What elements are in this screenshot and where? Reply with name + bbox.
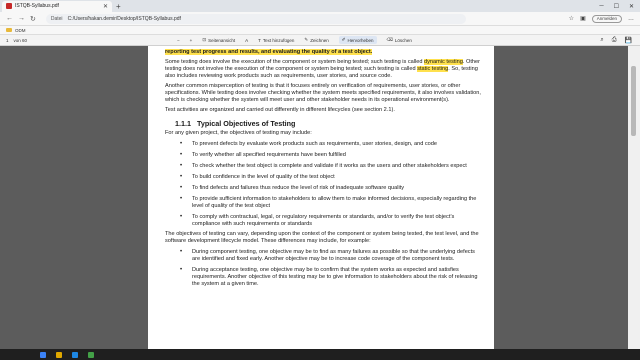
pdf-page: reporting test progress and results, and…	[148, 46, 494, 356]
favorite-star-icon[interactable]: ☆	[569, 15, 574, 22]
list-item: During component testing, one objective …	[180, 249, 484, 263]
back-icon[interactable]: ←	[6, 15, 13, 23]
paragraph-0: reporting test progress and results, and…	[165, 49, 484, 56]
highlighted-text: static testing	[417, 66, 449, 72]
highlighted-text: dynamic testing	[424, 59, 463, 65]
page-number-input[interactable]: 1	[6, 38, 9, 43]
highlighter-icon: ✐	[341, 37, 346, 42]
close-window-icon[interactable]: ✕	[629, 3, 634, 10]
edge-icon[interactable]	[72, 351, 78, 358]
page-total: von 60	[13, 37, 28, 43]
search-icon[interactable]: ⌕	[600, 37, 603, 44]
tab-bar: ISTQB-Syllabus.pdf ✕ + ─ ☐ ✕	[0, 0, 640, 12]
app-icon[interactable]	[88, 351, 94, 358]
list-item: To provide sufficient information to sta…	[180, 196, 484, 210]
zoom-out-icon[interactable]: −	[177, 38, 180, 43]
section-heading: 1.1.1 Typical Objectives of Testing	[175, 119, 296, 128]
browser-actions: ☆ ▣ Anmelden …	[569, 14, 640, 23]
url-text: C:/Users/hakan.demir/Desktop/ISTQB-Sylla…	[67, 15, 181, 22]
zoom-in-icon[interactable]: +	[190, 38, 193, 43]
list-item: To verify whether all specified requirem…	[180, 152, 484, 159]
list-item: To find defects and failures thus reduce…	[180, 185, 484, 192]
list-item: To prevent defects by evaluate work prod…	[180, 141, 484, 148]
highlight-button[interactable]: ✐ Hervorheben	[338, 36, 377, 44]
draw-icon: ✎	[304, 37, 309, 42]
new-tab-icon[interactable]: +	[116, 2, 121, 11]
list-item: To check whether the test object is comp…	[180, 163, 484, 170]
start-icon[interactable]	[40, 351, 46, 358]
vertical-scrollbar[interactable]	[628, 46, 640, 356]
scrollbar-thumb[interactable]	[631, 66, 636, 136]
browser-tab[interactable]: ISTQB-Syllabus.pdf ✕	[2, 0, 112, 12]
minimize-icon[interactable]: ─	[599, 3, 603, 10]
list-item: To comply with contractual, legal, or re…	[180, 214, 484, 228]
url-scheme-label: Datei	[50, 15, 63, 22]
favorite-item[interactable]: ODM	[15, 28, 26, 33]
print-icon[interactable]: ⎙	[612, 37, 617, 44]
erase-button[interactable]: ⌫ Löschen	[387, 37, 412, 43]
collections-icon[interactable]: ▣	[580, 15, 586, 22]
highlighted-text: reporting test progress and results, and…	[165, 49, 373, 55]
add-text-icon: T	[258, 37, 261, 43]
maximize-icon[interactable]: ☐	[614, 3, 619, 10]
explorer-icon[interactable]	[56, 351, 62, 358]
pdf-toolbar: 1 von 60 − + ⊡ Seitenansicht A T Text hinz…	[0, 35, 640, 46]
add-text-button[interactable]: T Text hinzufügen	[258, 38, 294, 43]
list-item: To build confidence in the level of qual…	[180, 174, 484, 181]
favorites-bar: ODM	[0, 26, 640, 35]
read-aloud-button[interactable]: A	[245, 38, 248, 43]
fit-page-icon: ⊡	[202, 37, 207, 42]
forward-icon[interactable]: →	[18, 15, 25, 23]
paragraph-3: Test activities are organized and carrie…	[165, 107, 395, 113]
pdf-file-icon	[6, 3, 12, 9]
eraser-icon: ⌫	[386, 37, 393, 42]
more-menu-icon[interactable]: …	[628, 16, 634, 22]
examples-list: During component testing, one objective …	[180, 249, 484, 288]
signin-button[interactable]: Anmelden	[591, 14, 622, 23]
objectives-list: To prevent defects by evaluate work prod…	[180, 141, 484, 228]
paragraph-1: Some testing does involve the execution …	[165, 59, 480, 79]
refresh-icon[interactable]: ↻	[30, 15, 36, 23]
list-item: During acceptance testing, one objective…	[180, 267, 484, 288]
paragraph-4: For any given project, the objectives of…	[165, 130, 312, 136]
address-field[interactable]: Datei C:/Users/hakan.demir/Desktop/ISTQB…	[45, 13, 466, 24]
nav-buttons: ← → ↻	[0, 15, 42, 23]
draw-button[interactable]: ✎ Zeichnen	[304, 37, 328, 43]
fit-page-button[interactable]: ⊡ Seitenansicht	[202, 37, 235, 43]
read-aloud-icon: A	[245, 37, 249, 43]
paragraph-5: The objectives of testing can vary, depe…	[165, 231, 479, 244]
window-controls: ─ ☐ ✕	[599, 3, 640, 10]
address-bar-row: ← → ↻ Datei C:/Users/hakan.demir/Desktop…	[0, 12, 640, 26]
close-tab-icon[interactable]: ✕	[103, 3, 108, 10]
taskbar	[0, 349, 640, 360]
tab-title: ISTQB-Syllabus.pdf	[15, 3, 59, 9]
folder-icon	[6, 28, 12, 32]
save-icon[interactable]: 💾	[625, 37, 632, 44]
paragraph-2: Another common misperception of testing …	[165, 83, 481, 103]
